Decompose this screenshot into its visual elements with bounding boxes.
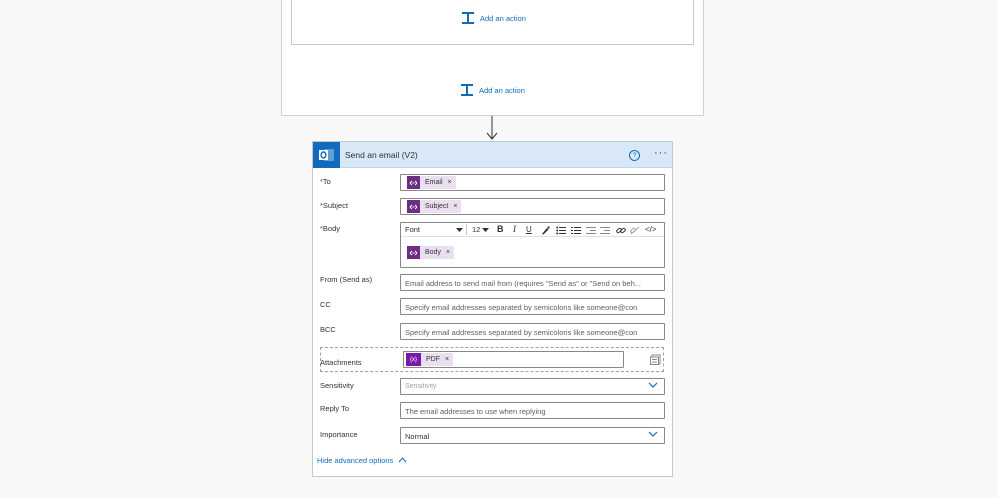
decrease-indent-icon[interactable] — [586, 226, 596, 235]
dynamic-content-icon — [407, 246, 420, 259]
dynamic-token-body[interactable]: Body × — [407, 246, 455, 259]
unlink-icon[interactable] — [630, 226, 640, 235]
dynamic-token-subject[interactable]: Subject × — [407, 200, 462, 213]
subject-field[interactable]: Subject × — [400, 198, 665, 215]
from-field[interactable]: Email address to send mail from (require… — [400, 274, 665, 291]
token-label: PDF — [426, 356, 440, 363]
bcc-placeholder: Specify email addresses separated by sem… — [405, 328, 638, 337]
body-editor[interactable]: Font 12 B I U </> Body × — [400, 222, 665, 268]
cc-label: CC — [320, 300, 331, 309]
outlook-icon — [313, 142, 340, 168]
importance-value: Normal — [405, 432, 430, 441]
to-field[interactable]: Email × — [400, 174, 665, 191]
to-label-text: To — [322, 177, 331, 186]
cc-placeholder: Specify email addresses separated by sem… — [405, 303, 638, 312]
underline-icon[interactable]: U — [526, 225, 532, 234]
toolbar-divider — [466, 224, 467, 235]
remove-token-icon[interactable]: × — [446, 249, 450, 256]
switch-to-input-array-icon[interactable] — [650, 354, 661, 365]
token-label: Body — [425, 249, 441, 256]
font-color-icon[interactable] — [541, 226, 550, 235]
remove-token-icon[interactable]: × — [448, 179, 452, 186]
insert-step-icon — [461, 84, 473, 96]
sensitivity-label: Sensitivity — [320, 381, 354, 390]
sensitivity-dropdown[interactable]: Sensitivity — [400, 378, 665, 395]
importance-label: Importance — [320, 430, 358, 439]
insert-step-icon — [462, 12, 474, 24]
flow-arrow-icon — [486, 116, 498, 140]
chevron-down-icon — [648, 431, 658, 437]
add-action-label: Add an action — [480, 13, 526, 23]
numbered-list-icon[interactable] — [571, 226, 581, 235]
subject-label: *Subject — [320, 201, 348, 210]
hide-advanced-options-link[interactable]: Hide advanced options — [317, 456, 407, 465]
importance-dropdown[interactable]: Normal — [400, 427, 665, 444]
hide-advanced-options-label: Hide advanced options — [317, 456, 394, 465]
remove-token-icon[interactable]: × — [445, 356, 449, 363]
attachments-label: Attachments — [320, 358, 362, 367]
dynamic-content-icon — [407, 176, 420, 189]
font-dropdown-icon[interactable] — [456, 226, 463, 235]
chevron-down-icon — [648, 382, 658, 388]
rich-text-toolbar: Font 12 B I U </> — [401, 223, 664, 237]
reply-to-placeholder: The email addresses to use when replying — [405, 407, 546, 416]
remove-token-icon[interactable]: × — [453, 203, 457, 210]
token-label: Subject — [425, 203, 449, 210]
font-size-dropdown-icon[interactable] — [482, 226, 489, 235]
bold-icon[interactable]: B — [497, 224, 504, 234]
body-label-text: Body — [322, 224, 341, 233]
subject-label-text: Subject — [322, 201, 348, 210]
from-label: From (Send as) — [320, 275, 373, 284]
bcc-label: BCC — [320, 325, 336, 334]
add-action-label: Add an action — [479, 85, 525, 95]
variable-token-pdf[interactable]: {x} PDF × — [406, 353, 454, 366]
dynamic-content-icon — [407, 200, 420, 213]
dynamic-token-email[interactable]: Email × — [407, 176, 456, 189]
italic-icon[interactable]: I — [513, 224, 516, 234]
add-action-button-outer[interactable]: Add an action — [460, 83, 525, 97]
bcc-field[interactable]: Specify email addresses separated by sem… — [400, 323, 665, 340]
link-icon[interactable] — [616, 226, 626, 235]
body-label: *Body — [320, 224, 340, 233]
more-options-icon[interactable]: ··· — [654, 147, 668, 159]
font-size-select[interactable]: 12 — [472, 225, 480, 234]
sensitivity-placeholder: Sensitivity — [405, 383, 437, 390]
font-select[interactable]: Font — [405, 225, 420, 234]
to-label: *To — [320, 177, 331, 186]
increase-indent-icon[interactable] — [600, 226, 610, 235]
reply-to-field[interactable]: The email addresses to use when replying — [400, 402, 665, 419]
token-label: Email — [425, 179, 443, 186]
send-email-card: Send an email (V2) ? ··· *To Email × *Su… — [312, 141, 673, 477]
bulleted-list-icon[interactable] — [556, 226, 566, 235]
variable-icon: {x} — [406, 353, 421, 366]
add-action-button-inner[interactable]: Add an action — [461, 11, 526, 25]
from-placeholder: Email address to send mail from (require… — [405, 279, 642, 288]
cc-field[interactable]: Specify email addresses separated by sem… — [400, 298, 665, 315]
variable-icon-glyph: {x} — [409, 356, 417, 363]
help-icon[interactable]: ? — [629, 150, 640, 161]
code-view-icon[interactable]: </> — [645, 225, 657, 234]
attachments-field[interactable]: {x} PDF × — [403, 351, 624, 368]
card-header[interactable]: Send an email (V2) ? ··· — [313, 142, 672, 168]
reply-to-label: Reply To — [320, 404, 350, 413]
chevron-up-icon — [399, 457, 407, 463]
card-title: Send an email (V2) — [345, 150, 418, 160]
